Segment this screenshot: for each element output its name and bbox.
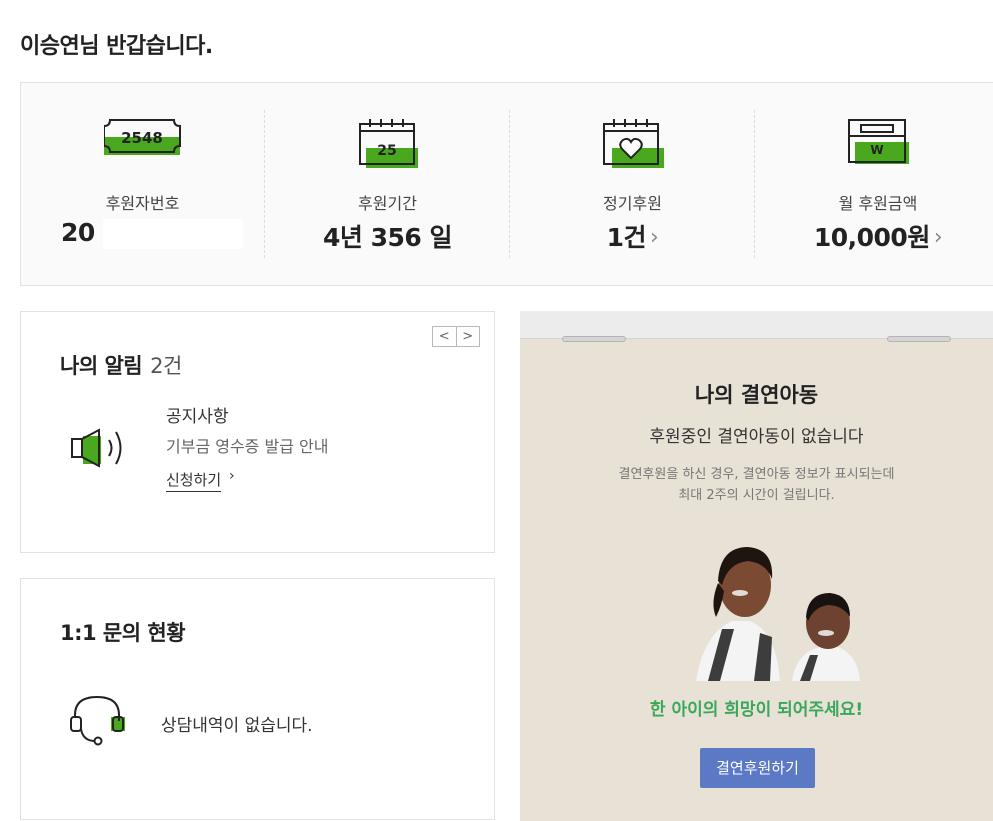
stat-value-wrap: 20 (21, 218, 264, 249)
chevron-right-icon[interactable]: › (650, 225, 659, 250)
notification-count: 2건 (150, 354, 182, 378)
stat-value-wrap[interactable]: 1건 › (511, 218, 754, 254)
calendar-icon: 25 (358, 119, 418, 168)
notification-pager: < > (432, 326, 480, 347)
period-value: 4년 356 일 (323, 223, 453, 252)
stat-regular-donation[interactable]: 정기후원 1건 › (511, 110, 755, 258)
apply-link[interactable]: 신청하기 (166, 469, 222, 492)
notification-card: 나의 알림 2건 < > 공지사항 기부금 영수증 발급 안내 신청하기 › (20, 311, 495, 553)
child-description-line: 결연후원을 하신 경우, 결연아동 정보가 표시되는데 (618, 467, 895, 482)
child-subtitle: 후원중인 결연아동이 없습니다 (649, 427, 864, 447)
notification-title: 나의 알림 2건 (60, 350, 182, 380)
heart-calendar-icon (602, 119, 664, 168)
hope-message: 한 아이의 희망이 되어주세요! (649, 700, 864, 720)
inquiry-title: 1:1 문의 현황 (60, 621, 186, 645)
chevron-right-icon[interactable]: › (934, 225, 943, 250)
stats-panel: 2548 후원자번호 20 25 후원기간 4년 356 일 정기후원 1건 ›… (20, 82, 993, 286)
binder-clip (887, 336, 951, 342)
megaphone-icon (71, 428, 122, 468)
stat-period: 25 후원기간 4년 356 일 (266, 110, 510, 258)
panel-top-bar (520, 311, 993, 339)
stat-value-wrap[interactable]: 10,000원 › (756, 218, 993, 254)
binder-clip (562, 336, 626, 342)
stat-label: 후원기간 (358, 194, 417, 213)
monthly-amount-value[interactable]: 10,000원 (814, 223, 930, 252)
chevron-right-icon[interactable]: › (229, 468, 235, 484)
stat-monthly-amount[interactable]: W 월 후원금액 10,000원 › (756, 110, 993, 258)
masked-region (102, 219, 243, 249)
notification-title-text: 나의 알림 (60, 354, 143, 378)
inquiry-card: 1:1 문의 현황 상담내역이 없습니다. (20, 578, 495, 820)
notice-text[interactable]: 기부금 영수증 발급 안내 (166, 433, 328, 457)
child-title: 나의 결연아동 (694, 383, 819, 407)
stat-label: 정기후원 (603, 194, 662, 213)
child-description-line: 최대 2주의 시간이 걸립니다. (678, 488, 835, 503)
ticket-icon: 2548 (103, 119, 181, 155)
ticket-icon-number: 2548 (121, 129, 163, 147)
sponsor-child-button[interactable]: 결연후원하기 (700, 748, 815, 788)
greeting-title: 이승연님 반갑습니다. (20, 34, 213, 59)
notice-type: 공지사항 (166, 407, 229, 427)
calendar-icon-number: 25 (377, 143, 396, 159)
wallet-icon: W (848, 119, 909, 164)
pager-prev-button[interactable]: < (433, 327, 456, 346)
stat-label: 월 후원금액 (838, 194, 918, 213)
child-description: 결연후원을 하신 경우, 결연아동 정보가 표시되는데 최대 2주의 시간이 걸… (520, 464, 993, 506)
donor-number-value: 20 (61, 218, 95, 247)
pager-next-button[interactable]: > (455, 327, 480, 346)
regular-donation-value[interactable]: 1건 (607, 223, 647, 252)
children-photo (696, 547, 860, 681)
stat-donor-number: 2548 후원자번호 20 (21, 110, 265, 258)
stat-label: 후원자번호 (105, 194, 180, 213)
child-sponsorship-panel: 나의 결연아동 후원중인 결연아동이 없습니다 결연후원을 하신 경우, 결연아… (520, 311, 993, 821)
wallet-icon-letter: W (870, 143, 883, 157)
inquiry-empty-text: 상담내역이 없습니다. (161, 716, 313, 736)
headset-icon (70, 695, 125, 746)
